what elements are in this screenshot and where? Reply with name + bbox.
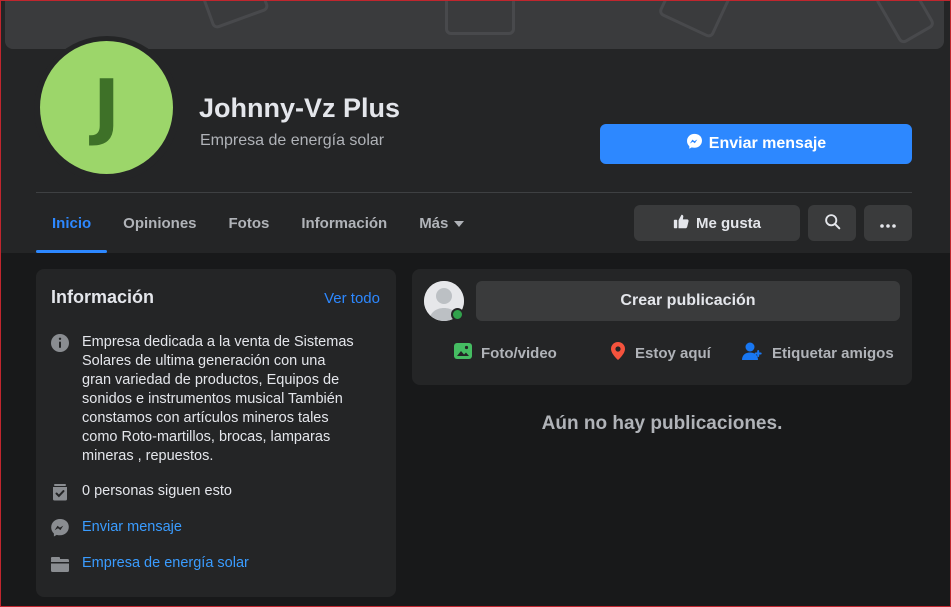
cover-decoration (199, 1, 271, 31)
cover-decoration (445, 1, 515, 35)
photo-video-button[interactable]: Foto/video (453, 339, 557, 367)
description-line: sonidos e instrumentos musical También (82, 391, 343, 407)
info-description-row: Empresa dedicada a la venta de Sistemas … (50, 333, 354, 466)
tag-friends-button[interactable]: Etiquetar amigos (742, 339, 894, 367)
check-in-label: Estoy aquí (635, 344, 711, 362)
description-line: constamos con artículos mineros tales (82, 410, 329, 426)
page-category[interactable]: Empresa de energía solar (200, 132, 384, 150)
description-line: como Roto-martillos, brocas, lamparas (82, 429, 331, 445)
category-row[interactable]: Empresa de energía solar (50, 554, 249, 574)
cover-photo[interactable] (5, 1, 944, 49)
description-line: Empresa dedicada a la venta de Sistemas (82, 334, 354, 350)
info-send-message-link[interactable]: Enviar mensaje (82, 518, 182, 538)
send-message-button[interactable]: Enviar mensaje (600, 124, 912, 164)
info-icon (50, 333, 70, 353)
ellipsis-icon (880, 215, 896, 232)
check-in-button[interactable]: Estoy aquí (609, 339, 711, 367)
search-button[interactable] (808, 205, 856, 241)
description-line: Solares de ultima generación con una (82, 353, 326, 369)
message-row[interactable]: Enviar mensaje (50, 518, 182, 538)
tab-label: Opiniones (123, 214, 197, 232)
description-line: mineras , repuestos. (82, 448, 214, 464)
like-button[interactable]: Me gusta (634, 205, 800, 241)
messenger-icon (50, 518, 70, 538)
create-post-button[interactable]: Crear publicación (476, 281, 900, 321)
like-label: Me gusta (695, 214, 761, 232)
page-root: J Johnny-Vz Plus Empresa de energía sola… (0, 0, 951, 607)
tab-mas[interactable]: Más (403, 193, 480, 253)
info-card: Información Ver todo Empresa dedicada a … (36, 269, 396, 597)
info-title: Información (51, 287, 155, 307)
tab-fotos[interactable]: Fotos (213, 193, 286, 253)
briefcase-icon (50, 554, 70, 574)
tab-label: Más (419, 214, 449, 232)
photo-video-label: Foto/video (481, 344, 557, 362)
tag-friends-label: Etiquetar amigos (772, 344, 894, 362)
cover-decoration (873, 1, 937, 46)
page-description: Empresa dedicada a la venta de Sistemas … (82, 333, 354, 466)
tab-label: Fotos (228, 214, 270, 232)
followers-check-icon (50, 482, 70, 502)
location-pin-icon (609, 341, 627, 365)
followers-count: 0 personas siguen esto (82, 483, 232, 499)
tab-opiniones[interactable]: Opiniones (107, 193, 212, 253)
page-title: Johnny-Vz Plus (199, 93, 401, 123)
see-all-link[interactable]: Ver todo (324, 290, 380, 307)
followers-row: 0 personas siguen esto (50, 482, 232, 502)
tag-people-icon (742, 341, 764, 365)
photo-icon (453, 341, 473, 365)
description-line: gran variedad de productos, Equipos de (82, 372, 340, 388)
empty-feed-message: Aún no hay publicaciones. (541, 413, 783, 434)
tab-label: Inicio (52, 214, 92, 232)
caret-down-icon (454, 221, 465, 227)
tab-label: Información (301, 214, 388, 232)
post-composer: Crear publicación Foto/video Estoy aquí (412, 269, 912, 385)
avatar-letter: J (93, 63, 120, 148)
thumbs-up-icon (673, 213, 690, 234)
tab-informacion[interactable]: Información (285, 193, 403, 253)
profile-avatar[interactable]: J (40, 41, 173, 174)
search-icon (824, 213, 841, 234)
tab-inicio[interactable]: Inicio (36, 193, 108, 253)
page-tabs: Inicio Opiniones Fotos Información Más (36, 193, 480, 253)
messenger-icon (686, 133, 703, 155)
online-status-dot (451, 308, 464, 321)
info-category-link[interactable]: Empresa de energía solar (82, 554, 249, 574)
send-message-label: Enviar mensaje (708, 135, 827, 152)
more-options-button[interactable] (864, 205, 912, 241)
cover-decoration (657, 1, 733, 40)
